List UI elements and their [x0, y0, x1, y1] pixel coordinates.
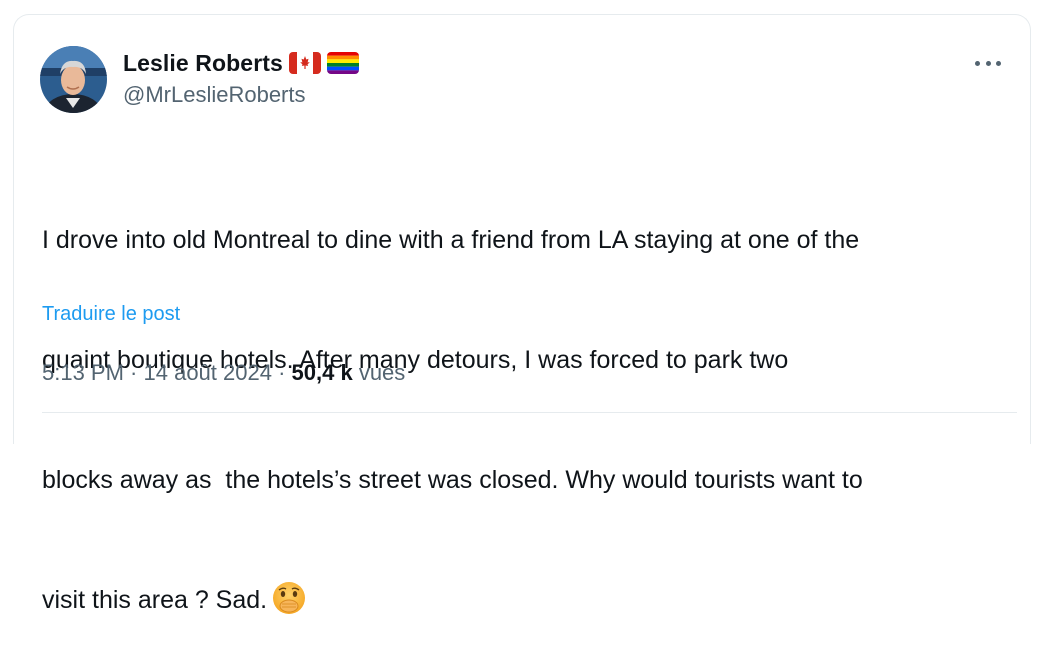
- tweet-time[interactable]: 5:13 PM: [42, 360, 124, 386]
- tweet-line: blocks away as the hotels’s street was c…: [42, 466, 863, 494]
- tweet-date[interactable]: 14 août 2024: [144, 360, 272, 386]
- rainbow-flag-icon: [326, 52, 359, 74]
- tweet-text: I drove into old Montreal to dine with a…: [42, 140, 1017, 660]
- avatar[interactable]: [40, 46, 107, 113]
- views-count[interactable]: 50,4 k: [292, 360, 353, 386]
- meta-separator: ·: [123, 360, 144, 385]
- author-name[interactable]: Leslie Roberts: [123, 50, 283, 77]
- more-options-icon[interactable]: [975, 56, 1001, 70]
- author-name-row: Leslie Roberts: [123, 48, 359, 78]
- canada-flag-icon: [288, 52, 321, 74]
- translate-post-link[interactable]: Traduire le post: [42, 303, 180, 326]
- divider: [42, 412, 1017, 413]
- meta-separator: ·: [271, 360, 292, 385]
- tweet-line: visit this area ? Sad.: [42, 586, 268, 614]
- author-handle[interactable]: @MrLeslieRoberts: [123, 82, 306, 108]
- tweet-line: I drove into old Montreal to dine with a…: [42, 226, 860, 254]
- tweet-meta: 5:13 PM · 14 août 2024 · 50,4 k vues: [42, 360, 405, 386]
- views-label: vues: [352, 360, 406, 385]
- face-with-hand-over-mouth-icon: [271, 580, 307, 616]
- tweet-line-last: visit this area ? Sad.: [42, 580, 1017, 620]
